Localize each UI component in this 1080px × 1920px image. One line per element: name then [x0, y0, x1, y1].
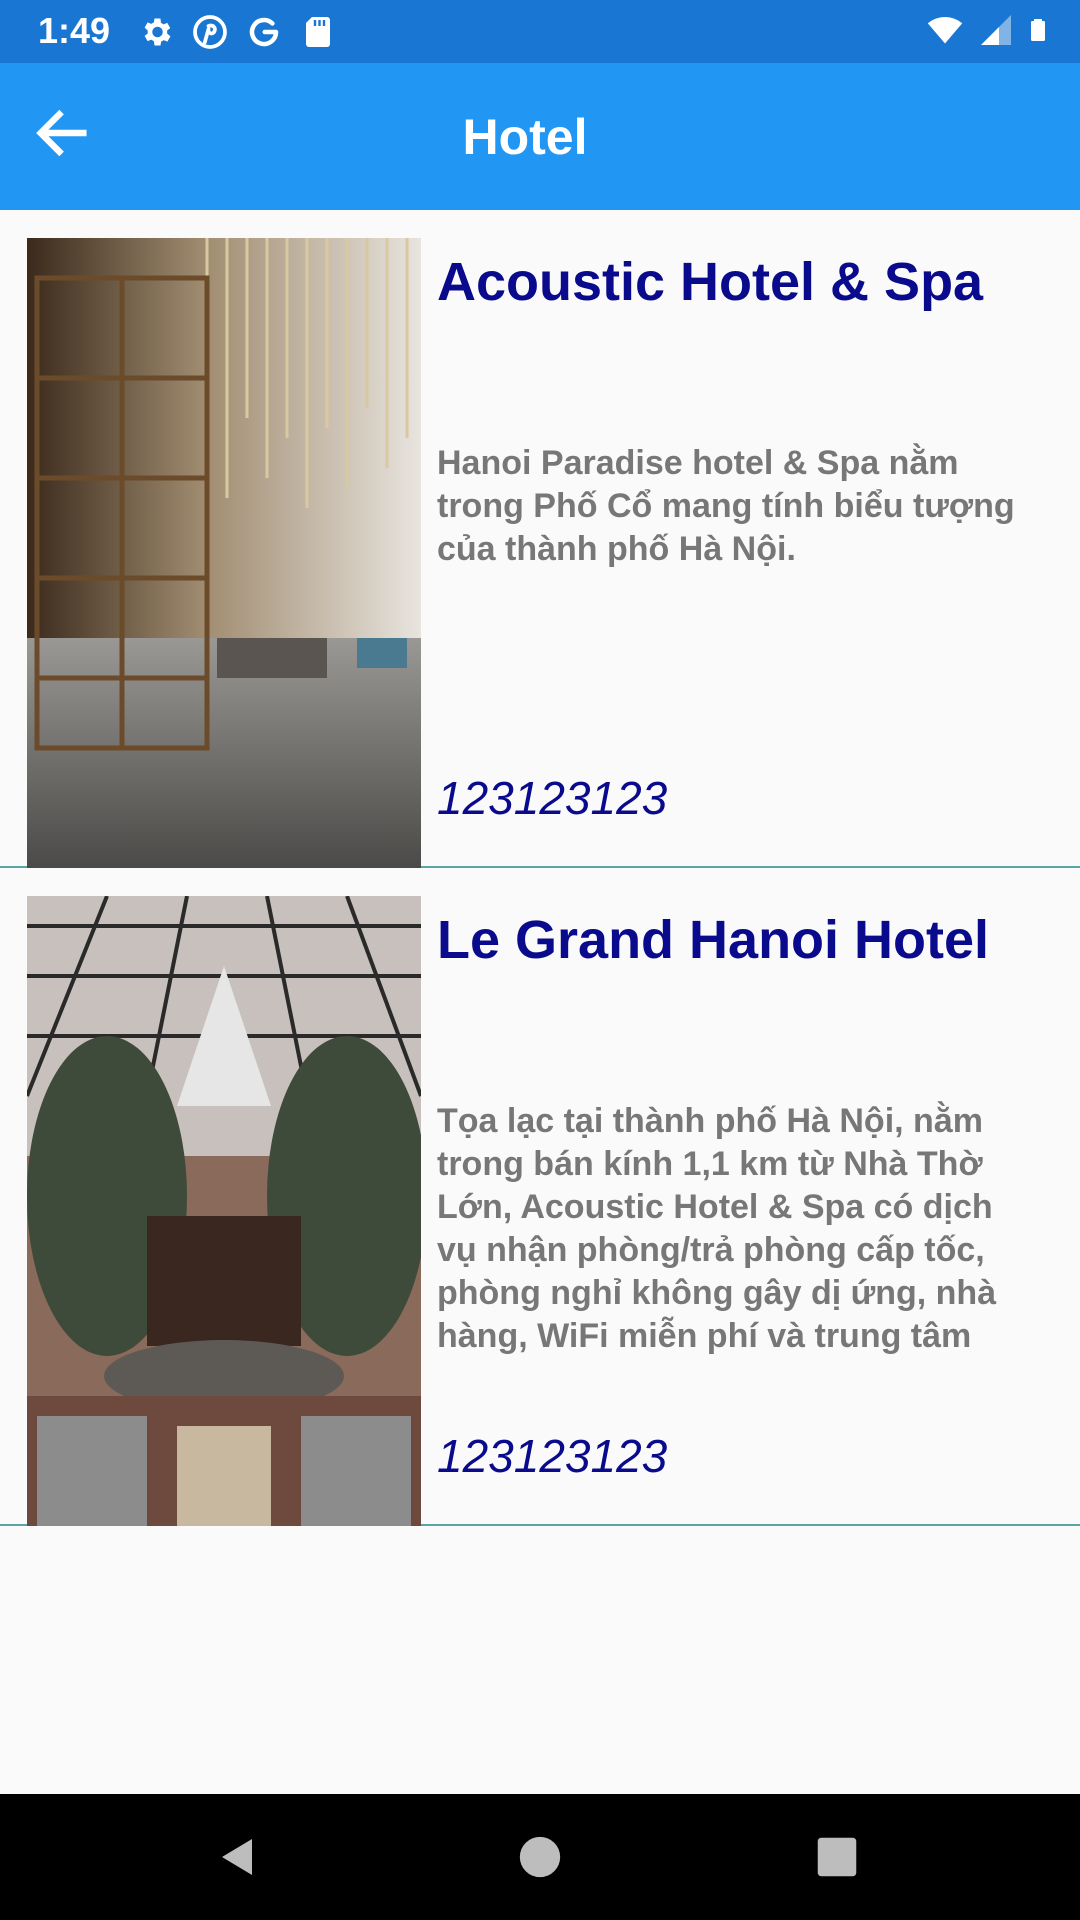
- page-title: Hotel: [462, 109, 588, 165]
- wifi-icon: [924, 12, 966, 53]
- hotel-description: Tọa lạc tại thành phố Hà Nội, nằm trong …: [437, 1102, 997, 1355]
- status-right-icons: [924, 12, 1050, 52]
- app-bar: Hotel: [0, 63, 1080, 210]
- hotel-phone: 123123123: [437, 772, 668, 824]
- google-icon: [246, 14, 282, 50]
- pinterest-icon: [192, 14, 228, 50]
- nav-home-button[interactable]: [480, 1794, 600, 1920]
- signal-icon: [978, 12, 1014, 53]
- hotel-name: Acoustic Hotel & Spa: [437, 252, 984, 312]
- hotel-description: Hanoi Paradise hotel & Spa nằm trong Phố…: [437, 444, 1015, 568]
- hotel-list: Acoustic Hotel & Spa Hanoi Paradise hote…: [0, 210, 1080, 1526]
- hotel-lobby-photo: [27, 238, 421, 868]
- nav-recents-button[interactable]: [777, 1794, 897, 1920]
- sd-card-icon: [300, 14, 336, 50]
- back-triangle-icon: [222, 1839, 252, 1875]
- hotel-phone: 123123123: [437, 1430, 668, 1482]
- recents-square-icon: [817, 1837, 857, 1877]
- list-item[interactable]: Acoustic Hotel & Spa Hanoi Paradise hote…: [0, 210, 1080, 868]
- status-time: 1:49: [38, 10, 111, 51]
- hotel-atrium-photo: [27, 896, 421, 1526]
- system-nav-bar: [0, 1794, 1080, 1920]
- status-left-icons: [138, 12, 336, 52]
- settings-icon: [138, 14, 174, 50]
- battery-icon: [1026, 12, 1050, 53]
- status-bar: 1:49: [0, 0, 1080, 63]
- home-circle-icon: [519, 1836, 561, 1878]
- list-item[interactable]: Le Grand Hanoi Hotel Tọa lạc tại thành p…: [0, 868, 1080, 1526]
- hotel-name: Le Grand Hanoi Hotel: [437, 910, 990, 970]
- nav-back-button[interactable]: [178, 1794, 298, 1920]
